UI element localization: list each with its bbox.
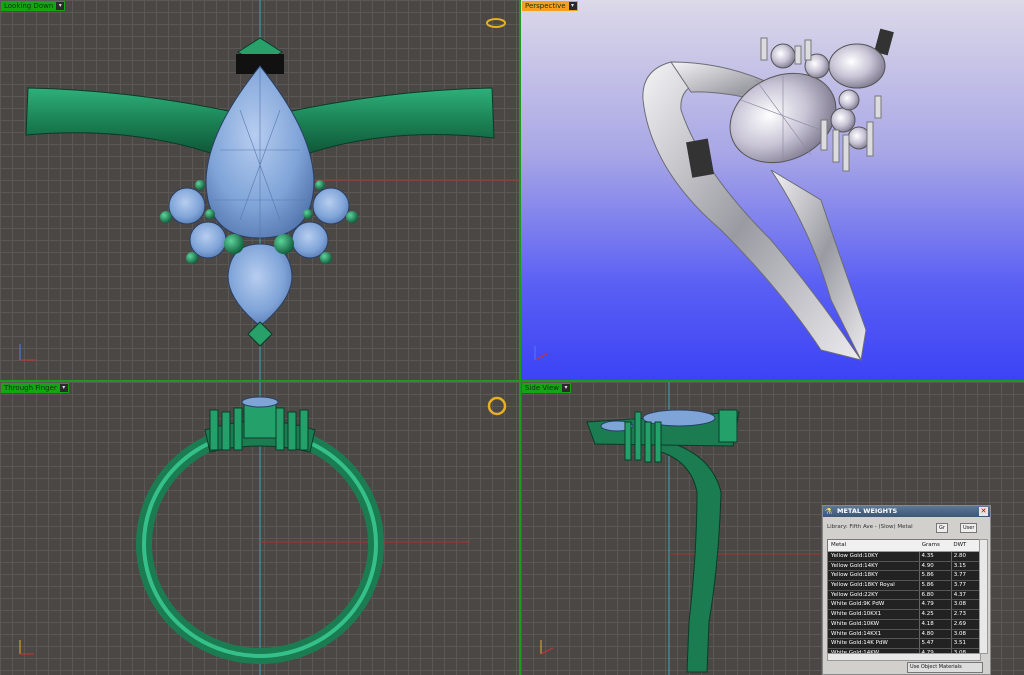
table-row[interactable]: White Gold:10KW 4.18 2.69 (828, 619, 980, 630)
viewport-label-through-finger[interactable]: Through Finger ▾ (1, 383, 69, 393)
ring-top-view (19, 0, 519, 380)
table-row[interactable]: Yellow Gold:22KY 6.80 4.37 (828, 590, 980, 601)
metal-cell: Yellow Gold:22KY (831, 591, 878, 598)
grams-cell: 4.80 (918, 629, 951, 639)
table-row[interactable]: Yellow Gold:18KY 5.86 3.77 (828, 571, 980, 582)
dwt-cell: 2.73 (950, 610, 980, 619)
dwt-cell: 2.69 (950, 619, 980, 629)
flask-icon: ⚗ (825, 507, 833, 516)
grams-cell: 4.35 (918, 552, 951, 561)
table-row[interactable]: Yellow Gold:10KY 4.35 2.80 (828, 552, 980, 562)
library-label: Library: Fifth Ave - (Slow) Metal (827, 524, 913, 530)
ring-perspective-render (534, 28, 894, 362)
dwt-cell: 3.77 (950, 581, 980, 590)
user-button[interactable]: User (960, 523, 978, 533)
metal-cell: White Gold:10KX1 (831, 611, 882, 618)
grams-cell: 5.47 (918, 639, 951, 648)
table-row[interactable]: Yellow Gold:18KY Royal 5.86 3.77 (828, 581, 980, 591)
metal-cell: Yellow Gold:18KY Royal (831, 582, 895, 589)
table-row[interactable]: White Gold:10KX1 4.25 2.73 (828, 610, 980, 620)
viewport-label-perspective[interactable]: Perspective ▾ (522, 1, 578, 11)
viewport-looking-down[interactable]: Looking Down ▾ (0, 0, 519, 380)
horizontal-scrollbar[interactable] (827, 653, 981, 661)
vertical-scrollbar[interactable] (979, 539, 988, 654)
metal-weights-title-bar[interactable]: ⚗ METAL WEIGHTS ✕ (823, 506, 990, 517)
viewport-menu-arrow[interactable]: ▾ (568, 2, 577, 10)
table-header: Metal Grams DWT (828, 540, 980, 552)
viewport-label-looking-down[interactable]: Looking Down ▾ (1, 1, 66, 11)
grams-cell: 4.25 (918, 610, 951, 619)
metal-cell: Yellow Gold:14KY (831, 562, 878, 569)
table-row[interactable]: White Gold:14K PdW 5.47 3.51 (828, 639, 980, 649)
grams-cell: 4.79 (918, 600, 951, 610)
dwt-cell: 3.51 (950, 639, 980, 648)
grams-cell: 4.18 (918, 619, 951, 629)
grams-cell: 5.86 (918, 571, 951, 581)
viewport-through-finger[interactable]: Through Finger ▾ (0, 382, 519, 675)
use-object-materials-select[interactable]: Use Object Materials (907, 662, 983, 673)
grams-cell: 5.86 (918, 581, 951, 590)
metal-weights-table: Metal Grams DWT Yellow Gold:10KY 4.35 2.80… (827, 539, 981, 654)
viewport-divider-vertical[interactable] (519, 0, 521, 675)
dwt-cell: 3.15 (950, 561, 980, 571)
dwt-cell: 3.77 (950, 571, 980, 581)
column-header-metal[interactable]: Metal (828, 540, 920, 551)
units-gr-button[interactable]: Gr (936, 523, 948, 533)
metal-cell: White Gold:14K PdW (831, 640, 888, 647)
close-icon[interactable]: ✕ (979, 507, 988, 516)
metal-cell: White Gold:9K PdW (831, 601, 885, 608)
grams-cell: 4.90 (918, 561, 951, 571)
viewport-menu-arrow[interactable]: ▾ (56, 2, 65, 10)
viewport-menu-arrow[interactable]: ▾ (59, 384, 68, 392)
column-header-dwt[interactable]: DWT (951, 540, 980, 551)
metal-cell: Yellow Gold:10KY (831, 553, 878, 559)
ring-front-view (19, 382, 507, 675)
dwt-cell: 2.80 (950, 552, 980, 561)
dwt-cell: 4.37 (950, 590, 980, 600)
metal-cell: White Gold:14KX1 (831, 630, 882, 637)
viewport-menu-arrow[interactable]: ▾ (561, 384, 570, 392)
dwt-cell: 3.08 (950, 600, 980, 610)
column-header-grams[interactable]: Grams (920, 540, 952, 551)
metal-cell: Yellow Gold:18KY (831, 572, 878, 579)
metal-cell: White Gold:10KW (831, 620, 880, 627)
grams-cell: 6.80 (918, 590, 951, 600)
dwt-cell: 3.08 (950, 629, 980, 639)
table-row[interactable]: White Gold:9K PdW 4.79 3.08 (828, 600, 980, 611)
viewport-label-side-view[interactable]: Side View ▾ (522, 383, 571, 393)
viewport-divider-horizontal[interactable] (0, 380, 1024, 382)
metal-weights-panel[interactable]: ⚗ METAL WEIGHTS ✕ Library: Fifth Ave - (… (822, 505, 991, 675)
metal-weights-title: METAL WEIGHTS (837, 507, 898, 515)
table-row[interactable]: White Gold:14KX1 4.80 3.08 (828, 629, 980, 640)
table-row[interactable]: Yellow Gold:14KY 4.90 3.15 (828, 561, 980, 572)
viewport-perspective[interactable]: Perspective ▾ (521, 0, 1024, 380)
